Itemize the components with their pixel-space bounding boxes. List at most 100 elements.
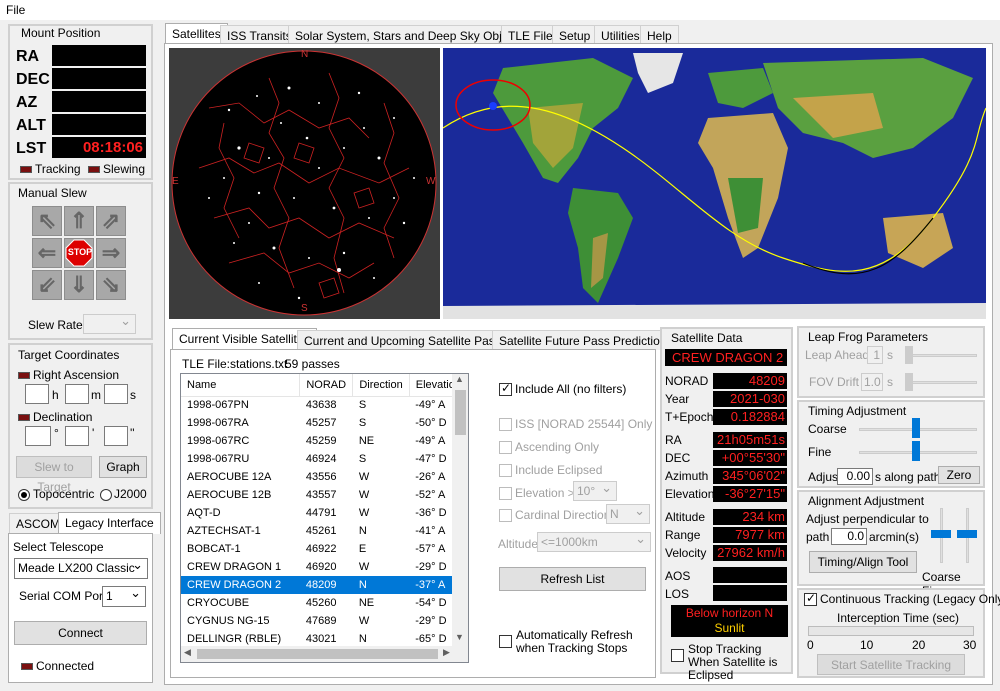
table-row[interactable]: AEROCUBE 12B 43557 W -52° A (181, 486, 468, 504)
adjust-input[interactable]: 0.00 (837, 468, 873, 485)
table-row[interactable]: CRYOCUBE 45260 NE -54° D (181, 594, 468, 612)
cardinal-select[interactable]: N (606, 503, 650, 524)
table-row[interactable]: 1998-067RC 45259 NE -49° A (181, 432, 468, 450)
stop-eclipsed-checkbox[interactable]: Stop Tracking When Satellite is Eclipsed (671, 643, 795, 682)
dec-arcmin-input[interactable] (65, 426, 89, 446)
table-row[interactable]: AQT-D 44791 W -36° D (181, 504, 468, 522)
alignment-title: Alignment Adjustment (808, 494, 925, 508)
list-vscrollbar[interactable]: ▲ ▼ (452, 374, 468, 647)
tab-legacy-interface[interactable]: Legacy Interface (58, 512, 161, 534)
scroll-down-icon[interactable]: ▼ (455, 632, 464, 642)
elevation-checkbox[interactable]: Elevation > (499, 486, 575, 501)
menu-file[interactable]: File (6, 3, 25, 17)
table-row[interactable]: AEROCUBE 12A 43556 W -26° A (181, 468, 468, 486)
table-row[interactable]: AZTECHSAT-1 45261 N -41° A (181, 522, 468, 540)
tab-current-visible[interactable]: Current Visible Satellites (172, 328, 317, 350)
align-fine-slider-thumb[interactable] (957, 530, 977, 538)
j2000-radio[interactable]: J2000 (100, 487, 147, 501)
ascending-checkbox[interactable]: Ascending Only (499, 440, 599, 455)
table-row[interactable]: 1998-067PN 43638 S -49° A (181, 396, 468, 414)
list-hscrollbar[interactable]: ◀ ▶ (181, 646, 468, 662)
ra-seconds-input[interactable] (104, 384, 128, 404)
tab-help[interactable]: Help (640, 25, 679, 44)
elevation-select[interactable]: 10° (573, 480, 617, 501)
dec-arcsec-input[interactable] (104, 426, 128, 446)
table-row[interactable]: CREW DRAGON 2 48209 N -37° A (181, 576, 468, 594)
zero-button[interactable]: Zero (938, 466, 980, 484)
slew-sw-arrow-icon[interactable]: ⇙ (32, 270, 62, 300)
hscroll-thumb[interactable] (197, 649, 438, 659)
leap-ahead-input[interactable]: 1 (867, 346, 883, 364)
slew-se-arrow-icon[interactable]: ⇘ (96, 270, 126, 300)
sky-map[interactable]: N S E W (169, 48, 440, 319)
eclipsed-checkbox[interactable]: Include Eclipsed (499, 463, 602, 478)
scroll-left-icon[interactable]: ◀ (184, 647, 191, 658)
table-row[interactable]: 1998-067RU 46924 S -47° D (181, 450, 468, 468)
norad-value: 48209 (713, 373, 787, 389)
include-all-checkbox[interactable]: Include All (no filters) (499, 381, 626, 397)
tab-tle-file[interactable]: TLE File (501, 25, 560, 44)
slew-ne-arrow-icon[interactable]: ⇗ (96, 206, 126, 236)
refresh-list-button[interactable]: Refresh List (499, 567, 646, 591)
timing-align-tool-button[interactable]: Timing/Align Tool (809, 551, 917, 573)
fine-slider-thumb[interactable] (912, 441, 920, 461)
coarse-slider-thumb[interactable] (912, 418, 920, 438)
leap-ahead-label: Leap Ahead (805, 348, 870, 362)
world-map[interactable] (443, 48, 986, 319)
tab-iss-transits[interactable]: ISS Transits (220, 25, 299, 44)
satellite-list[interactable]: Name NORAD Direction Elevation 1998-067P… (180, 373, 469, 663)
dec-target-indicator: Declination (18, 410, 92, 424)
auto-refresh-checkbox[interactable]: Automatically Refresh when Tracking Stop… (499, 629, 651, 655)
col-name[interactable]: Name (181, 374, 301, 397)
fov-drift-label: FOV Drift (809, 375, 859, 389)
sat-data-fields: NORAD 48209 Year 2021-030 T+Epoch 0.182884 … (665, 373, 787, 573)
table-row[interactable]: 1998-067RA 45257 S -50° D (181, 414, 468, 432)
fov-drift-slider[interactable] (905, 381, 977, 384)
slew-w-arrow-icon[interactable]: ⇐ (32, 238, 62, 268)
leap-ahead-slider[interactable] (905, 354, 977, 357)
cell-direction: S (358, 399, 367, 412)
continuous-tracking-checkbox[interactable]: Continuous Tracking (Legacy Only) (804, 591, 1000, 607)
slew-nw-arrow-icon[interactable]: ⇖ (32, 206, 62, 236)
tab-utilities[interactable]: Utilities (594, 25, 647, 44)
path-input[interactable]: 0.0 (831, 528, 867, 545)
cardinal-checkbox[interactable]: Cardinal Direction (499, 508, 610, 523)
vscroll-thumb[interactable] (455, 390, 466, 435)
slew-s-arrow-icon[interactable]: ⇓ (64, 270, 94, 300)
table-row[interactable]: BOBCAT-1 46922 E -57° A (181, 540, 468, 558)
stop-button[interactable]: STOP (64, 238, 94, 268)
tab-setup[interactable]: Setup (552, 25, 598, 44)
col-norad[interactable]: NORAD (299, 374, 354, 397)
col-direction[interactable]: Direction (352, 374, 410, 397)
az-label: AZ (16, 94, 38, 111)
slew-to-target-button[interactable]: Slew to Target (16, 456, 92, 494)
table-row[interactable]: CREW DRAGON 1 46920 W -29° D (181, 558, 468, 576)
topocentric-radio[interactable]: Topocentric (18, 487, 94, 501)
serial-port-select[interactable]: 1 (102, 585, 146, 607)
table-row[interactable]: CYGNUS NG-15 47689 W -29° D (181, 612, 468, 630)
interception-progress (808, 626, 974, 636)
graph-button[interactable]: Graph (99, 456, 147, 478)
dec-degrees-input[interactable] (25, 426, 51, 446)
slew-n-arrow-icon[interactable]: ⇑ (64, 206, 94, 236)
tab-satellites[interactable]: Satellites (165, 23, 228, 44)
fov-drift-slider-thumb[interactable] (905, 373, 913, 391)
leap-ahead-slider-thumb[interactable] (905, 346, 913, 364)
start-tracking-button[interactable]: Start Satellite Tracking (817, 654, 965, 675)
scroll-up-icon[interactable]: ▲ (455, 374, 464, 384)
ra-hours-input[interactable] (25, 384, 49, 404)
slew-rate-select[interactable] (83, 313, 136, 334)
scroll-right-icon[interactable]: ▶ (443, 647, 450, 658)
telescope-select[interactable]: Meade LX200 Classic (14, 557, 148, 579)
tab-future-predictions[interactable]: Satellite Future Pass Predictions (492, 330, 680, 350)
fov-drift-input[interactable]: 1.0 (861, 373, 883, 391)
cell-name: AEROCUBE 12A (187, 471, 272, 483)
iss-only-checkbox[interactable]: ISS [NORAD 25544] Only (499, 417, 652, 432)
ra-minutes-input[interactable] (65, 384, 89, 404)
slew-e-arrow-icon[interactable]: ⇒ (96, 238, 126, 268)
altitude-select[interactable]: <=1000km (537, 531, 651, 552)
tab-current-upcoming[interactable]: Current and Upcoming Satellite Passes (297, 330, 521, 350)
connect-button[interactable]: Connect (14, 621, 147, 645)
tab-solar-system[interactable]: Solar System, Stars and Deep Sky Objects (288, 25, 531, 44)
align-coarse-slider-thumb[interactable] (931, 530, 951, 538)
